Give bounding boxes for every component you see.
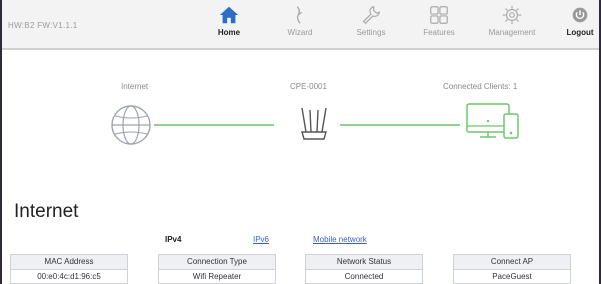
- connect-ap-header: Connect AP: [453, 254, 571, 270]
- internet-section-title: Internet: [14, 201, 79, 222]
- connection-type-column: Connection Type Wifi Repeater: [158, 254, 276, 284]
- nav-management[interactable]: Management: [479, 4, 545, 44]
- network-status-value: Connected: [305, 270, 423, 284]
- nav-management-label: Management: [488, 28, 536, 37]
- home-icon: [219, 6, 239, 24]
- router-admin-page: HW:B2 FW:V1.1.1 Home Wizard Settings Fea…: [2, 0, 599, 284]
- gear-icon: [502, 5, 522, 25]
- network-status-header: Network Status: [305, 254, 423, 270]
- connect-ap-column: Connect AP PaceGuest: [453, 254, 571, 284]
- nav-logout[interactable]: Logout: [562, 4, 598, 44]
- tab-ipv6[interactable]: IPv6: [253, 235, 269, 244]
- connected-clients-icon[interactable]: [464, 101, 522, 145]
- globe-icon[interactable]: [109, 103, 153, 147]
- clients-node-label: Connected Clients: 1: [443, 82, 518, 91]
- device-node-label: CPE-0001: [290, 82, 327, 91]
- connection-type-header: Connection Type: [158, 254, 276, 270]
- grid-icon: [430, 6, 448, 24]
- mac-address-column: MAC Address 00:e0:4c:d1:96:c5: [10, 254, 128, 284]
- nav-settings-label: Settings: [356, 28, 386, 37]
- wand-icon: [296, 6, 303, 24]
- connection-type-value: Wifi Repeater: [158, 270, 276, 284]
- router-icon[interactable]: [294, 104, 334, 144]
- tab-ipv4[interactable]: IPv4: [165, 235, 181, 244]
- nav-home-label: Home: [217, 28, 241, 37]
- mac-address-value: 00:e0:4c:d1:96:c5: [10, 270, 128, 284]
- firmware-version: HW:B2 FW:V1.1.1: [8, 21, 78, 30]
- nav-home[interactable]: Home: [207, 4, 251, 44]
- nav-features-label: Features: [423, 28, 455, 37]
- internet-link-line: [154, 124, 274, 126]
- mac-address-header: MAC Address: [10, 254, 128, 270]
- tab-mobile-network[interactable]: Mobile network: [313, 235, 367, 244]
- clients-link-line: [340, 124, 460, 126]
- nav-features[interactable]: Features: [415, 4, 463, 44]
- connect-ap-value: PaceGuest: [453, 270, 571, 284]
- nav-settings[interactable]: Settings: [347, 4, 395, 44]
- top-navigation-bar: HW:B2 FW:V1.1.1 Home Wizard Settings Fea…: [2, 0, 599, 50]
- network-status-column: Network Status Connected: [305, 254, 423, 284]
- nav-wizard[interactable]: Wizard: [278, 4, 322, 44]
- wrench-icon: [362, 6, 380, 25]
- power-icon: [572, 7, 588, 23]
- internet-node-label: Internet: [121, 82, 149, 91]
- nav-logout-label: Logout: [566, 28, 594, 37]
- nav-wizard-label: Wizard: [287, 28, 313, 37]
